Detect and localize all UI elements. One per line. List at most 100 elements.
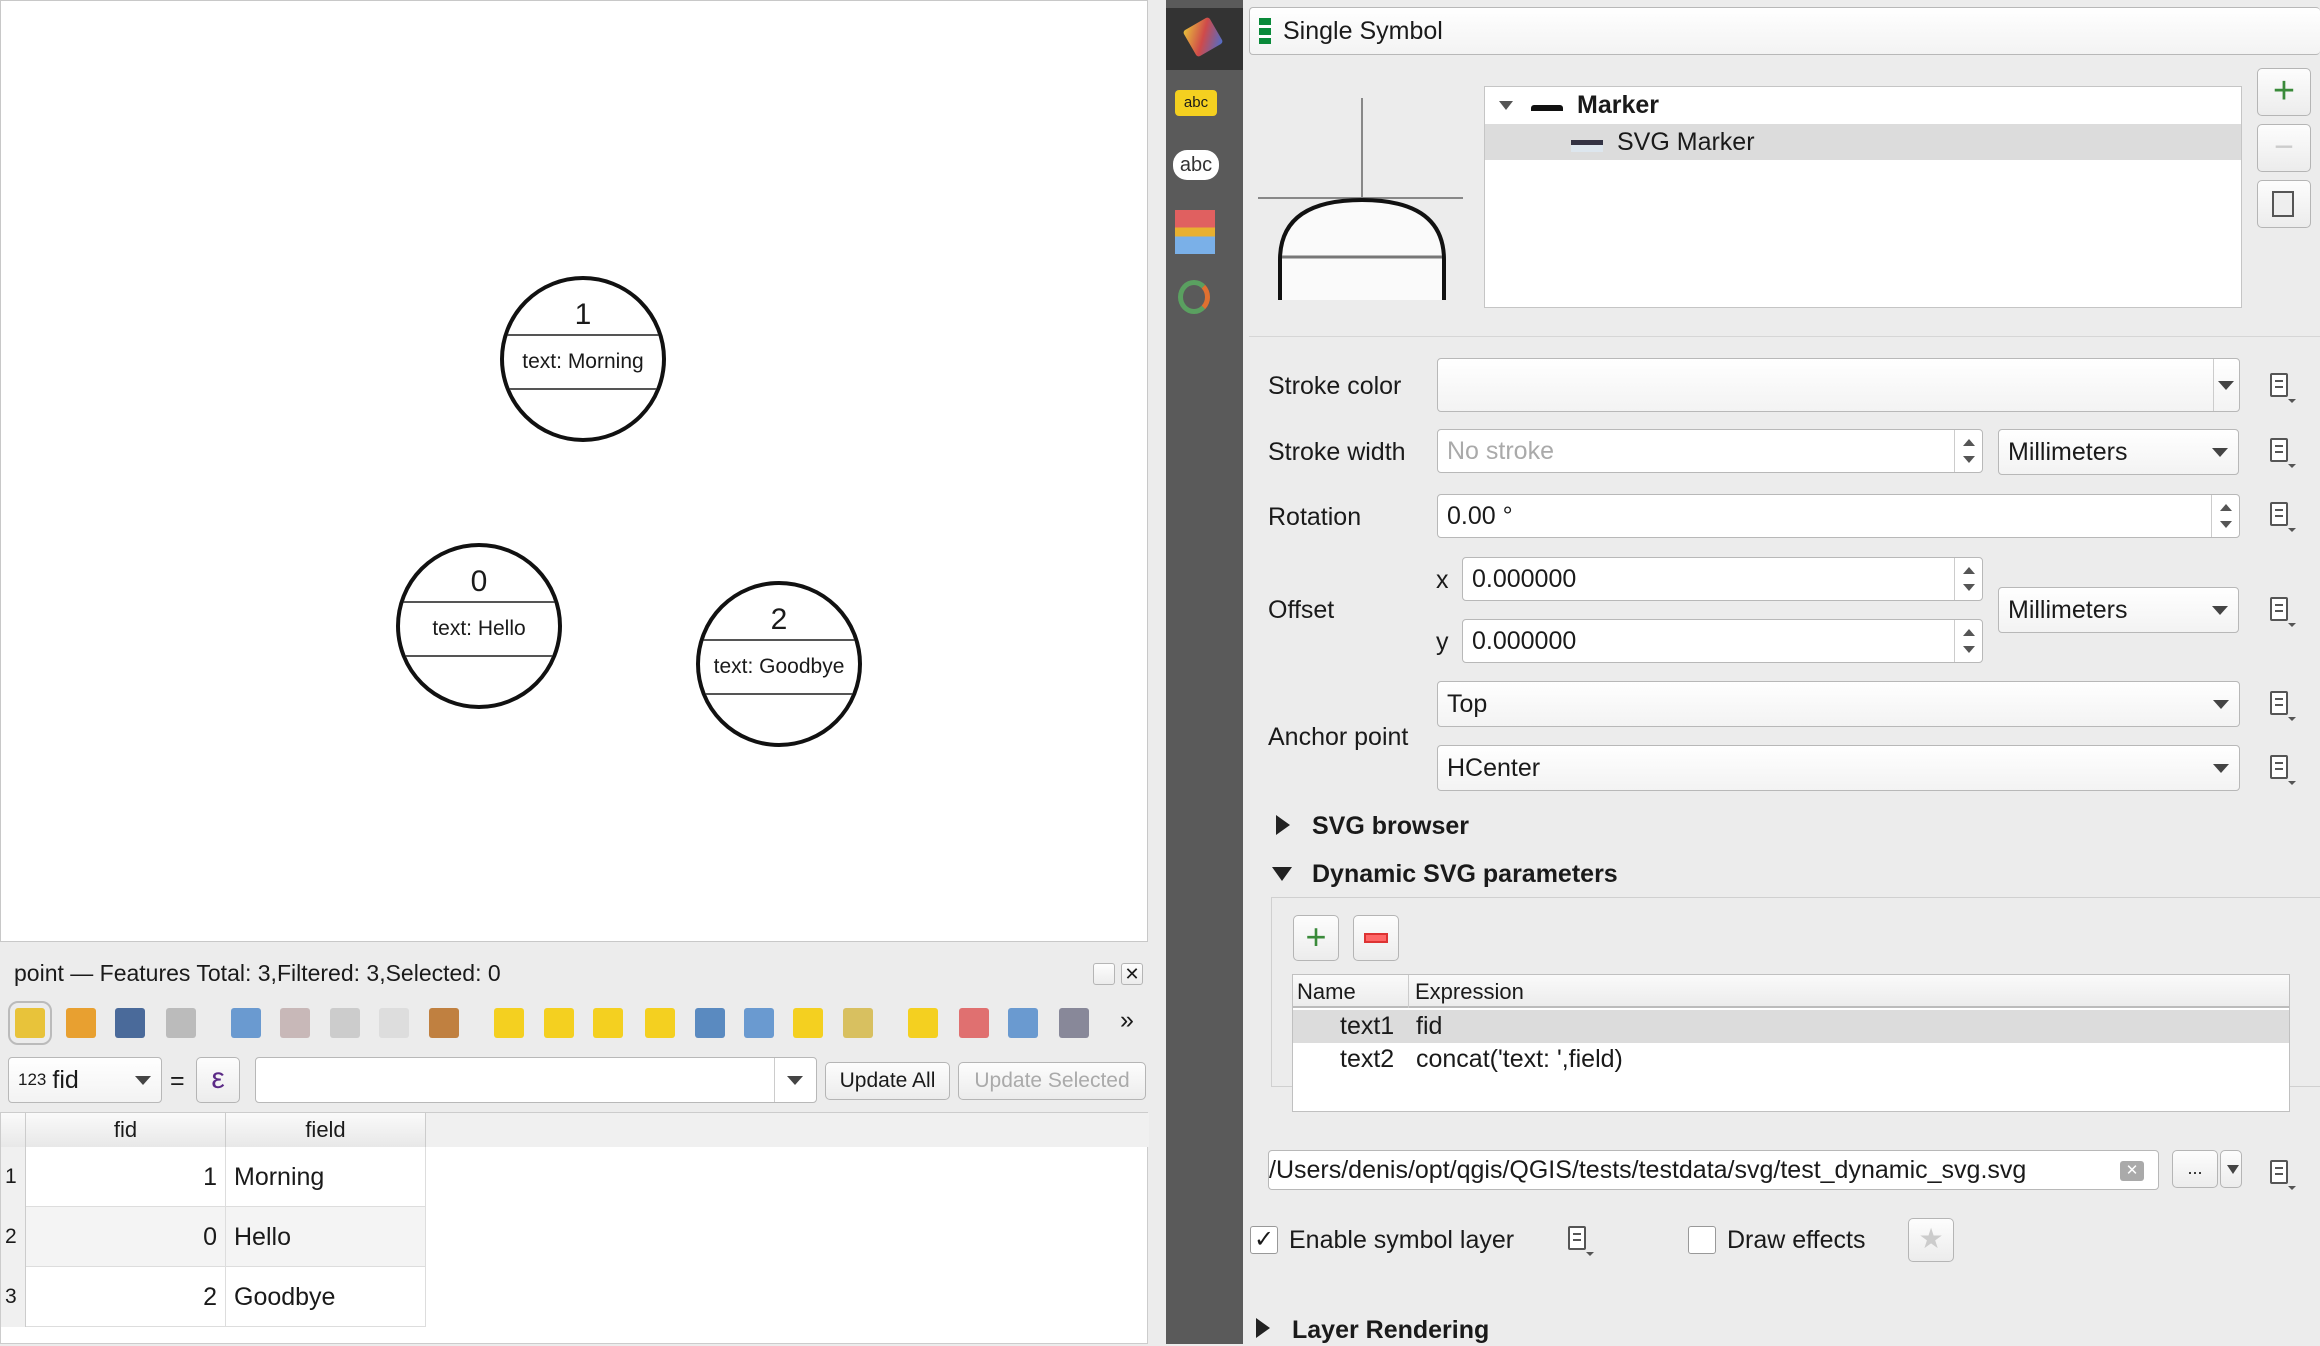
renderer-select[interactable]: Single Symbol	[1249, 7, 2320, 55]
data-defined-override-button[interactable]	[2262, 369, 2296, 403]
marker-text1: 1	[574, 298, 592, 331]
select-all-icon[interactable]	[544, 1008, 574, 1038]
new-field-icon[interactable]	[908, 1008, 938, 1038]
anchor-horizontal-select[interactable]: HCenter	[1437, 745, 2240, 791]
browse-menu-button[interactable]	[2220, 1150, 2242, 1188]
expression-input[interactable]	[255, 1057, 817, 1103]
stroke-width-unit-select[interactable]: Millimeters	[1998, 429, 2239, 475]
svg-marker-feature[interactable]: 2 text: Goodbye	[696, 581, 862, 747]
update-selected-button[interactable]: Update Selected	[958, 1062, 1146, 1100]
deselect-icon[interactable]	[645, 1008, 675, 1038]
svg-path-input[interactable]: /Users/denis/opt/qgis/QGIS/tests/testdat…	[1268, 1150, 2159, 1190]
expression-builder-button[interactable]: ε	[196, 1057, 240, 1103]
close-panel-button[interactable]: ✕	[1121, 963, 1143, 985]
select-by-expression-icon[interactable]	[494, 1008, 524, 1038]
field-calculator-icon[interactable]	[1008, 1008, 1038, 1038]
column-header-expression[interactable]: Expression	[1415, 979, 1524, 1005]
remove-parameter-button[interactable]	[1353, 915, 1399, 961]
conditional-formatting-icon[interactable]	[1059, 1008, 1089, 1038]
data-defined-override-button[interactable]	[2262, 434, 2296, 468]
float-panel-button[interactable]	[1093, 963, 1115, 985]
unit-value: Millimeters	[2008, 595, 2128, 624]
enable-symbol-layer-checkbox[interactable]: ✓	[1250, 1226, 1278, 1254]
layer-rendering-tab-icon[interactable]	[1175, 210, 1215, 254]
invert-selection-icon[interactable]	[593, 1008, 623, 1038]
table-row[interactable]: 2 0 Hello	[1, 1207, 426, 1267]
param-expression: fid	[1416, 1012, 1443, 1040]
marker-icon	[1531, 105, 1563, 111]
svg-browser-toggle[interactable]: SVG browser	[1276, 812, 1576, 842]
rotation-input[interactable]: 0.00 °	[1437, 494, 2240, 538]
cut-icon[interactable]	[330, 1008, 360, 1038]
table-row[interactable]: 3 2 Goodbye	[1, 1267, 426, 1327]
duplicate-symbol-layer-button[interactable]	[2257, 180, 2311, 228]
pan-to-selected-icon[interactable]	[793, 1008, 823, 1038]
add-feature-icon[interactable]	[231, 1008, 261, 1038]
save-edits-icon[interactable]	[115, 1008, 145, 1038]
column-header-fid[interactable]: fid	[26, 1113, 226, 1147]
enable-symbol-layer-label: Enable symbol layer	[1289, 1226, 1515, 1254]
data-defined-override-button[interactable]	[2262, 498, 2296, 532]
remove-symbol-layer-button[interactable]: −	[2257, 124, 2311, 172]
row-number[interactable]: 1	[1, 1147, 26, 1207]
stroke-width-input[interactable]: No stroke	[1437, 429, 1983, 473]
multi-edit-icon[interactable]	[66, 1008, 96, 1038]
effects-button[interactable]: ★	[1908, 1218, 1954, 1262]
toggle-editing-icon[interactable]	[8, 1001, 52, 1045]
rotation-label: Rotation	[1268, 503, 1362, 531]
data-defined-override-button[interactable]	[2262, 593, 2296, 627]
column-header-field[interactable]: field	[226, 1113, 426, 1147]
update-all-button[interactable]: Update All	[825, 1062, 950, 1100]
cell-fid[interactable]: 2	[26, 1267, 226, 1327]
cell-field[interactable]: Hello	[226, 1207, 426, 1267]
expand-arrow-icon	[1256, 1318, 1270, 1338]
data-defined-override-button[interactable]	[2262, 1156, 2296, 1190]
delete-field-icon[interactable]	[959, 1008, 989, 1038]
cell-fid[interactable]: 1	[26, 1147, 226, 1207]
param-row[interactable]: text2 concat('text: ',field)	[1293, 1043, 2289, 1076]
move-selection-top-icon[interactable]	[744, 1008, 774, 1038]
data-defined-override-button[interactable]	[2262, 751, 2296, 785]
reload-icon[interactable]	[166, 1008, 196, 1038]
tree-item-svg-marker[interactable]: SVG Marker	[1485, 124, 2241, 160]
cell-field[interactable]: Morning	[226, 1147, 426, 1207]
draw-effects-checkbox[interactable]	[1688, 1226, 1716, 1254]
map-canvas[interactable]: 1 text: Morning 0 text: Hello 2 text: Go…	[0, 0, 1148, 942]
tree-item-marker[interactable]: Marker	[1485, 87, 2241, 123]
svg-marker-feature[interactable]: 1 text: Morning	[500, 276, 666, 442]
add-symbol-layer-button[interactable]: +	[2257, 68, 2311, 116]
table-row[interactable]: 1 1 Morning	[1, 1147, 426, 1207]
labels-tab-icon[interactable]: abc	[1175, 90, 1217, 116]
cell-field[interactable]: Goodbye	[226, 1267, 426, 1327]
delete-feature-icon[interactable]	[280, 1008, 310, 1038]
data-defined-override-button[interactable]	[2262, 687, 2296, 721]
symbology-tab[interactable]	[1166, 8, 1243, 70]
column-header-name[interactable]: Name	[1297, 979, 1356, 1005]
offset-y-input[interactable]: 0.000000	[1462, 619, 1983, 663]
offset-unit-select[interactable]: Millimeters	[1998, 587, 2239, 633]
copy-icon[interactable]	[379, 1008, 409, 1038]
row-number[interactable]: 3	[1, 1267, 26, 1327]
anchor-vertical-select[interactable]: Top	[1437, 681, 2240, 727]
field-select[interactable]: 123 fid	[8, 1057, 162, 1103]
svg-browser-label: SVG browser	[1312, 812, 1469, 840]
paste-icon[interactable]	[429, 1008, 459, 1038]
layer-rendering-toggle[interactable]: Layer Rendering	[1256, 1316, 1656, 1346]
zoom-to-selected-icon[interactable]	[843, 1008, 873, 1038]
cell-fid[interactable]: 0	[26, 1207, 226, 1267]
stroke-color-button[interactable]	[1437, 358, 2240, 412]
masks-tab-icon[interactable]: abc	[1173, 150, 1219, 180]
svg-marker-feature[interactable]: 0 text: Hello	[396, 543, 562, 709]
dynamic-svg-params-toggle[interactable]: Dynamic SVG parameters	[1272, 860, 1772, 890]
add-parameter-button[interactable]: +	[1293, 915, 1339, 961]
row-number[interactable]: 2	[1, 1207, 26, 1267]
browse-svg-button[interactable]: ...	[2172, 1150, 2218, 1188]
anchor-point-label: Anchor point	[1268, 723, 1409, 751]
clear-icon[interactable]: ✕	[2120, 1161, 2144, 1181]
more-tools-button[interactable]: »	[1120, 1006, 1150, 1036]
history-tab-icon[interactable]	[1178, 280, 1210, 314]
data-defined-override-button[interactable]	[1560, 1222, 1594, 1256]
offset-x-input[interactable]: 0.000000	[1462, 557, 1983, 601]
param-row[interactable]: text1 fid	[1293, 1010, 2289, 1043]
filter-selected-icon[interactable]	[695, 1008, 725, 1038]
